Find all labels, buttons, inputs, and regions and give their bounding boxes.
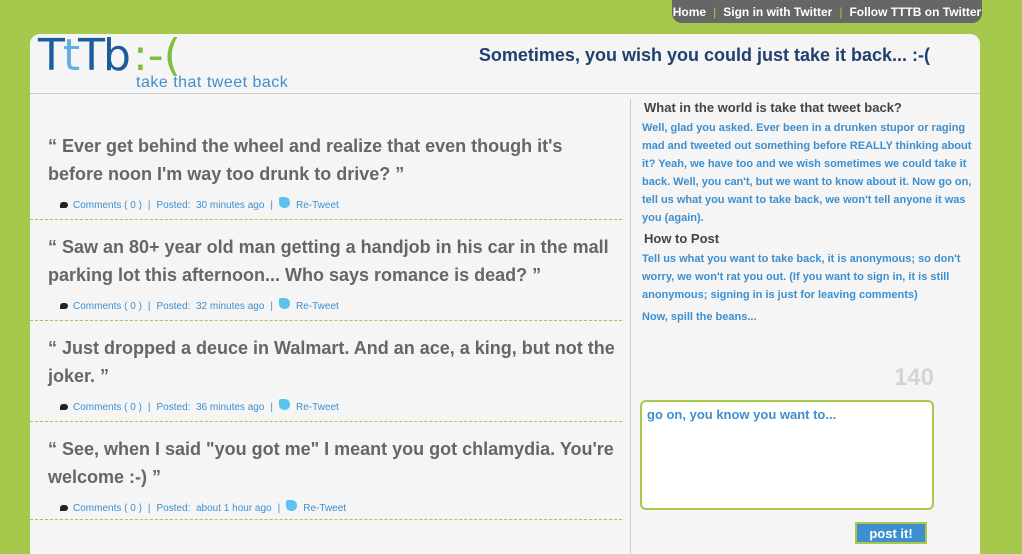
tweet-divider — [30, 519, 622, 520]
comments-link[interactable]: Comments ( 0 ) — [73, 503, 142, 514]
logo-letter: T — [38, 34, 65, 81]
posted-time: about 1 hour ago — [196, 503, 272, 514]
meta-separator: | — [270, 200, 273, 211]
character-counter: 140 — [893, 364, 934, 391]
retweet-link[interactable]: Re-Tweet — [303, 503, 346, 514]
sign-in-twitter-link[interactable]: Sign in with Twitter — [723, 5, 832, 19]
logo-letter: b — [103, 34, 131, 81]
meta-separator: | — [270, 402, 273, 413]
meta-separator: | — [277, 503, 281, 514]
posted-label: Posted: — [156, 200, 191, 211]
comment-bubble-icon — [60, 403, 68, 410]
meta-separator: | — [147, 503, 151, 514]
tweet-divider — [30, 421, 622, 422]
tweet-divider — [30, 219, 622, 220]
nav-separator: | — [713, 4, 717, 19]
tweet-text: “ See, when I said "you got me" I meant … — [48, 439, 614, 487]
column-divider — [630, 99, 631, 554]
tweet-item: “ Ever get behind the wheel and realize … — [48, 132, 622, 188]
meta-separator: | — [270, 301, 273, 312]
tweet-item: “ See, when I said "you got me" I meant … — [48, 435, 622, 491]
logo-letter: t — [62, 34, 80, 81]
tweet-input[interactable] — [642, 402, 932, 508]
twitter-bird-icon[interactable] — [279, 298, 290, 309]
site-tagline: take that tweet back — [136, 74, 289, 91]
twitter-bird-icon[interactable] — [286, 500, 298, 511]
tweet-meta: Comments ( 0 ) | Posted: about 1 hour ag… — [60, 500, 346, 514]
post-button[interactable]: post it! — [855, 522, 927, 544]
tweet-meta: Comments ( 0 ) | Posted: 32 minutes ago … — [60, 298, 339, 312]
twitter-bird-icon[interactable] — [279, 197, 290, 208]
how-body: Tell us what you want to take back, it i… — [642, 253, 961, 301]
tweet-list: “ Ever get behind the wheel and realize … — [30, 94, 630, 554]
tweet-meta: Comments ( 0 ) | Posted: 30 minutes ago … — [60, 197, 339, 211]
meta-separator: | — [147, 402, 151, 413]
posted-label: Posted: — [156, 402, 191, 413]
posted-time: 30 minutes ago — [196, 200, 265, 211]
tweet-text: “ Just dropped a deuce in Walmart. And a… — [48, 338, 615, 386]
meta-separator: | — [147, 301, 151, 312]
what-title: What in the world is take that tweet bac… — [644, 100, 902, 115]
meta-separator: | — [147, 200, 151, 211]
retweet-link[interactable]: Re-Tweet — [296, 200, 339, 211]
comments-link[interactable]: Comments ( 0 ) — [73, 301, 142, 312]
tweet-item: “ Saw an 80+ year old man getting a hand… — [48, 233, 622, 289]
posted-label: Posted: — [156, 301, 191, 312]
top-nav: Home | Sign in with Twitter | Follow TTT… — [672, 0, 982, 23]
comment-bubble-icon — [60, 504, 68, 511]
posted-time: 32 minutes ago — [196, 301, 265, 312]
page-container: TtTb:-( take that tweet back Sometimes, … — [30, 34, 980, 554]
header: TtTb:-( take that tweet back Sometimes, … — [30, 34, 980, 94]
follow-twitter-link[interactable]: Follow TTTB on Twitter — [849, 5, 981, 19]
posted-label: Posted: — [156, 503, 191, 514]
logo-letter: T — [78, 34, 105, 81]
what-body: Well, glad you asked. Ever been in a dru… — [642, 122, 972, 224]
tweet-text: “ Ever get behind the wheel and realize … — [48, 136, 563, 184]
nav-separator: | — [839, 4, 843, 19]
posted-time: 36 minutes ago — [196, 402, 265, 413]
comments-link[interactable]: Comments ( 0 ) — [73, 200, 142, 211]
tweet-item: “ Just dropped a deuce in Walmart. And a… — [48, 334, 622, 390]
tweet-input-box — [640, 400, 934, 510]
comments-link[interactable]: Comments ( 0 ) — [73, 402, 142, 413]
home-link[interactable]: Home — [673, 5, 706, 19]
twitter-bird-icon[interactable] — [279, 399, 290, 410]
retweet-link[interactable]: Re-Tweet — [296, 301, 339, 312]
comment-bubble-icon — [60, 201, 68, 208]
retweet-link[interactable]: Re-Tweet — [296, 402, 339, 413]
page-headline: Sometimes, you wish you could just take … — [478, 45, 930, 65]
tweet-divider — [30, 320, 622, 321]
spill-text: Now, spill the beans... — [642, 311, 757, 323]
tweet-text: “ Saw an 80+ year old man getting a hand… — [48, 237, 609, 285]
tweet-meta: Comments ( 0 ) | Posted: 36 minutes ago … — [60, 399, 339, 413]
how-title: How to Post — [644, 231, 720, 246]
comment-bubble-icon — [60, 302, 68, 309]
